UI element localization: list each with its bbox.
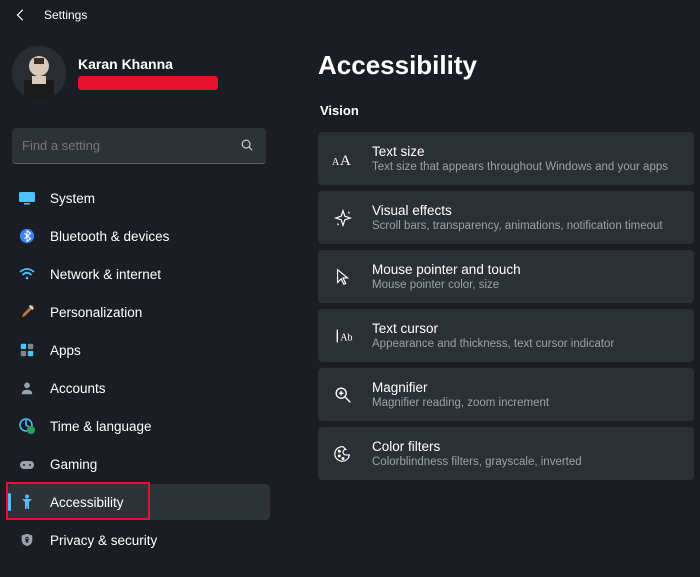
magnifier-icon bbox=[332, 384, 354, 406]
sidebar-item-bluetooth[interactable]: Bluetooth & devices bbox=[8, 218, 270, 254]
search-icon bbox=[240, 138, 256, 154]
search-box[interactable] bbox=[12, 128, 266, 164]
card-color-filters[interactable]: Color filters Colorblindness filters, gr… bbox=[318, 427, 694, 480]
sidebar-item-network[interactable]: Network & internet bbox=[8, 256, 270, 292]
card-mouse-pointer[interactable]: Mouse pointer and touch Mouse pointer co… bbox=[318, 250, 694, 303]
card-title: Visual effects bbox=[372, 203, 663, 218]
sidebar-item-label: Privacy & security bbox=[50, 533, 157, 548]
card-magnifier[interactable]: Magnifier Magnifier reading, zoom increm… bbox=[318, 368, 694, 421]
card-desc: Colorblindness filters, grayscale, inver… bbox=[372, 456, 582, 468]
apps-icon bbox=[18, 341, 36, 359]
card-desc: Scroll bars, transparency, animations, n… bbox=[372, 220, 663, 232]
wifi-icon bbox=[18, 265, 36, 283]
sidebar-item-label: Personalization bbox=[50, 305, 142, 320]
globe-clock-icon bbox=[18, 417, 36, 435]
main-panel: Accessibility Vision AA Text size Text s… bbox=[278, 30, 700, 577]
sidebar-item-gaming[interactable]: Gaming bbox=[8, 446, 270, 482]
app-title: Settings bbox=[44, 8, 87, 22]
brush-icon bbox=[18, 303, 36, 321]
sidebar-item-label: Time & language bbox=[50, 419, 152, 434]
titlebar: Settings bbox=[0, 0, 700, 30]
sidebar: Karan Khanna System bbox=[0, 30, 278, 577]
sidebar-item-privacy[interactable]: Privacy & security bbox=[8, 522, 270, 558]
sidebar-item-label: Gaming bbox=[50, 457, 97, 472]
sidebar-item-time[interactable]: Time & language bbox=[8, 408, 270, 444]
accessibility-icon bbox=[18, 493, 36, 511]
section-label: Vision bbox=[320, 103, 694, 118]
sidebar-nav: System Bluetooth & devices Network & int… bbox=[8, 180, 270, 558]
search-input[interactable] bbox=[22, 138, 240, 153]
sidebar-item-accounts[interactable]: Accounts bbox=[8, 370, 270, 406]
settings-card-list: AA Text size Text size that appears thro… bbox=[318, 132, 694, 480]
card-title: Text cursor bbox=[372, 321, 614, 336]
sidebar-item-accessibility[interactable]: Accessibility bbox=[8, 484, 270, 520]
shield-icon bbox=[18, 531, 36, 549]
system-icon bbox=[18, 189, 36, 207]
sidebar-item-system[interactable]: System bbox=[8, 180, 270, 216]
card-desc: Mouse pointer color, size bbox=[372, 279, 521, 291]
svg-text:A: A bbox=[340, 153, 351, 169]
text-cursor-icon: Ab bbox=[332, 325, 354, 347]
card-desc: Magnifier reading, zoom increment bbox=[372, 397, 549, 409]
palette-icon bbox=[332, 443, 354, 465]
card-title: Text size bbox=[372, 144, 668, 159]
back-button[interactable] bbox=[12, 6, 30, 24]
sidebar-item-label: Network & internet bbox=[50, 267, 161, 282]
sidebar-item-apps[interactable]: Apps bbox=[8, 332, 270, 368]
card-title: Magnifier bbox=[372, 380, 549, 395]
card-text-size[interactable]: AA Text size Text size that appears thro… bbox=[318, 132, 694, 185]
card-title: Color filters bbox=[372, 439, 582, 454]
card-visual-effects[interactable]: Visual effects Scroll bars, transparency… bbox=[318, 191, 694, 244]
sidebar-item-label: Bluetooth & devices bbox=[50, 229, 169, 244]
profile-block[interactable]: Karan Khanna bbox=[8, 36, 270, 110]
card-desc: Text size that appears throughout Window… bbox=[372, 161, 668, 173]
gaming-icon bbox=[18, 455, 36, 473]
sparkle-icon bbox=[332, 207, 354, 229]
bluetooth-icon bbox=[18, 227, 36, 245]
sidebar-item-personalization[interactable]: Personalization bbox=[8, 294, 270, 330]
profile-name: Karan Khanna bbox=[78, 56, 218, 72]
text-size-icon: AA bbox=[332, 148, 354, 170]
card-desc: Appearance and thickness, text cursor in… bbox=[372, 338, 614, 350]
cursor-icon bbox=[332, 266, 354, 288]
avatar bbox=[12, 46, 66, 100]
page-title: Accessibility bbox=[318, 50, 694, 81]
person-icon bbox=[18, 379, 36, 397]
sidebar-item-label: System bbox=[50, 191, 95, 206]
card-text-cursor[interactable]: Ab Text cursor Appearance and thickness,… bbox=[318, 309, 694, 362]
sidebar-item-label: Accessibility bbox=[50, 495, 124, 510]
svg-text:A: A bbox=[332, 157, 340, 168]
sidebar-item-label: Apps bbox=[50, 343, 81, 358]
card-title: Mouse pointer and touch bbox=[372, 262, 521, 277]
profile-email-redacted bbox=[78, 76, 218, 90]
sidebar-item-label: Accounts bbox=[50, 381, 106, 396]
svg-text:Ab: Ab bbox=[340, 332, 352, 343]
